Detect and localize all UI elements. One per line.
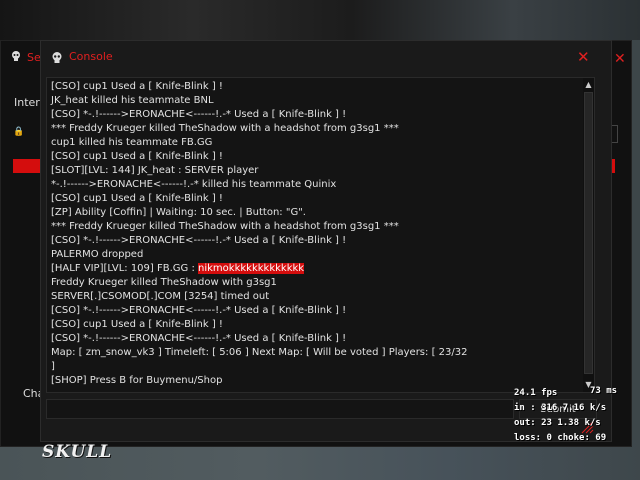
- console-line-text: Freddy Krueger killed TheShadow with g3s…: [51, 277, 277, 288]
- console-window: Console ✕ [CSO] cup1 Used a [ Knife-Blin…: [40, 40, 612, 442]
- console-line-text: Map: [ zm_snow_vk3 ] Timeleft: [ 5:06 ] …: [51, 347, 468, 358]
- console-log[interactable]: [CSO] cup1 Used a [ Knife-Blink ] ! JK_he…: [46, 77, 595, 393]
- console-line-text: SERVER[.]CSOMOD[.]COM [3254] timed out: [51, 291, 270, 302]
- scrollbar[interactable]: ▲ ▼: [583, 78, 594, 392]
- console-line-text: *** Freddy Krueger killed TheShadow with…: [51, 221, 399, 232]
- console-line: Freddy Krueger killed TheShadow with g3s…: [51, 276, 581, 290]
- skull-icon: [12, 51, 20, 61]
- console-line: [CSO] *-.!------>ERONACHE<------!.-* Use…: [51, 108, 581, 122]
- console-line: PALERMO dropped: [51, 248, 581, 262]
- console-line: [CSO] cup1 Used a [ Knife-Blink ] !: [51, 192, 581, 206]
- console-line-text: PALERMO dropped: [51, 249, 144, 260]
- console-line: *** Freddy Krueger killed TheShadow with…: [51, 122, 581, 136]
- scroll-up-icon[interactable]: ▲: [583, 80, 594, 90]
- console-line: [SLOT][LVL: 144] JK_heat : SERVER player: [51, 164, 581, 178]
- console-line-text: [SLOT][LVL: 144] JK_heat : SERVER player: [51, 165, 259, 176]
- console-line: [CSO] cup1 Used a [ Knife-Blink ] !: [51, 80, 581, 94]
- console-line: [ZP] Ability [Coffin] | Waiting: 10 sec.…: [51, 206, 581, 220]
- console-line: [SHOP] Press B for Buymenu/Shop: [51, 374, 581, 388]
- console-line-text: [HALF VIP][LVL: 109] FB.GG :: [51, 263, 199, 274]
- console-line-text: cup1 killed his teammate FB.GG: [51, 137, 213, 148]
- console-line-text: *-.!------>ERONACHE<------!.-* killed hi…: [51, 179, 337, 190]
- console-line-text: [CSO] *-.!------>ERONACHE<------!.-* Use…: [51, 305, 347, 316]
- console-line: *-.!------>ERONACHE<------!.-* killed hi…: [51, 178, 581, 192]
- console-log-lines: [CSO] cup1 Used a [ Knife-Blink ] ! JK_he…: [51, 80, 581, 388]
- background-close-icon[interactable]: ✕: [614, 51, 626, 67]
- console-line-text: [CSO] cup1 Used a [ Knife-Blink ] !: [51, 193, 223, 204]
- console-line: [CSO] *-.!------>ERONACHE<------!.-* Use…: [51, 234, 581, 248]
- console-line: cup1 killed his teammate FB.GG: [51, 136, 581, 150]
- game-background-top: [0, 0, 640, 40]
- console-line-text: [CSO] cup1 Used a [ Knife-Blink ] !: [51, 151, 223, 162]
- background-window-title: Se: [27, 51, 41, 64]
- lock-icon: 🔒: [13, 127, 25, 137]
- in-readout: in : 316 7.16 k/s: [514, 403, 607, 413]
- console-line: ]: [51, 360, 581, 374]
- console-line-text: [CSO] cup1 Used a [ Knife-Blink ] !: [51, 81, 223, 92]
- console-line: [CSO] *-.!------>ERONACHE<------!.-* Use…: [51, 304, 581, 318]
- console-line: [CSO] *-.!------>ERONACHE<------!.-* Use…: [51, 332, 581, 346]
- console-line-text: ]: [51, 361, 55, 372]
- command-input[interactable]: [46, 399, 514, 419]
- console-line: *** Freddy Krueger killed TheShadow with…: [51, 220, 581, 234]
- skull-logo: SKULL: [42, 442, 113, 462]
- ping-readout: 73 ms: [590, 386, 618, 396]
- loss-readout: loss: 0 choke: 69: [514, 433, 607, 443]
- console-title: Console: [69, 50, 113, 63]
- console-line-text: [SHOP] Press B for Buymenu/Shop: [51, 375, 223, 386]
- console-line: [CSO] cup1 Used a [ Knife-Blink ] !: [51, 318, 581, 332]
- highlighted-text: nikmokkkkkkkkkkkkk: [198, 263, 305, 274]
- console-line-text: [CSO] cup1 Used a [ Knife-Blink ] !: [51, 319, 223, 330]
- console-line-text: *** Freddy Krueger killed TheShadow with…: [51, 123, 399, 134]
- console-line-text: [CSO] *-.!------>ERONACHE<------!.-* Use…: [51, 333, 347, 344]
- skull-icon: [52, 52, 62, 63]
- console-line: [CSO] cup1 Used a [ Knife-Blink ] !: [51, 150, 581, 164]
- console-line: SERVER[.]CSOMOD[.]COM [3254] timed out: [51, 290, 581, 304]
- out-readout: out: 23 1.38 k/s: [514, 418, 601, 428]
- console-line-text: JK_heat killed his teammate BNL: [51, 95, 214, 106]
- scroll-thumb[interactable]: [584, 92, 593, 374]
- console-line: JK_heat killed his teammate BNL: [51, 94, 581, 108]
- close-icon[interactable]: ✕: [577, 48, 590, 66]
- console-line-text: [CSO] *-.!------>ERONACHE<------!.-* Use…: [51, 235, 347, 246]
- console-line-text: [CSO] *-.!------>ERONACHE<------!.-* Use…: [51, 109, 347, 120]
- console-line: Map: [ zm_snow_vk3 ] Timeleft: [ 5:06 ] …: [51, 346, 581, 360]
- console-line-text: [ZP] Ability [Coffin] | Waiting: 10 sec.…: [51, 207, 306, 218]
- console-line: [HALF VIP][LVL: 109] FB.GG : nikmokkkkkk…: [51, 262, 581, 276]
